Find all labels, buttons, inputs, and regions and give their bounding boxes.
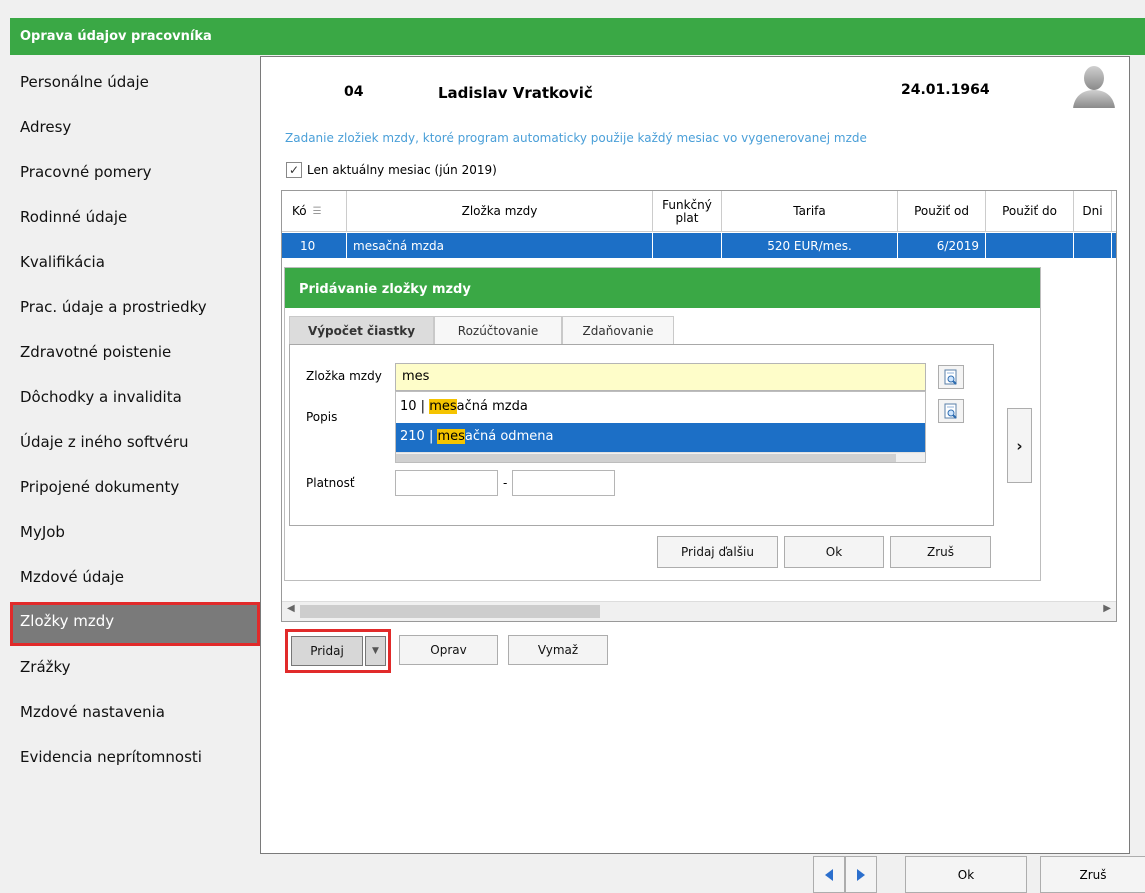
delete-button[interactable]: Vymaž	[508, 635, 608, 665]
cell-code: 10	[282, 233, 347, 258]
employee-birth-date: 24.01.1964	[901, 82, 990, 98]
dialog-ok-button[interactable]: Ok	[784, 536, 884, 568]
sidebar-item-zdravotne-poistenie[interactable]: Zdravotné poistenie	[10, 333, 260, 377]
zlozka-input[interactable]: mes	[395, 363, 926, 391]
next-record-icon[interactable]	[845, 856, 877, 893]
sidebar-item-pripojene-dokumenty[interactable]: Pripojené dokumenty	[10, 468, 260, 512]
cell-do	[986, 233, 1074, 258]
scroll-right-icon[interactable]: ▶	[1103, 603, 1111, 614]
dialog-cancel-button[interactable]: Zruš	[890, 536, 991, 568]
sidebar-item-pracovne-pomery[interactable]: Pracovné pomery	[10, 153, 260, 197]
expand-chevron-right-icon[interactable]: ›	[1007, 408, 1032, 483]
current-month-filter[interactable]: ✓ Len aktuálny mesiac (jún 2019)	[286, 162, 497, 178]
current-month-checkbox[interactable]: ✓	[286, 162, 302, 178]
popis-label: Popis	[306, 410, 338, 424]
current-month-label: Len aktuálny mesiac (jún 2019)	[307, 163, 497, 177]
arrow-right-icon	[857, 868, 865, 881]
platnost-to-input[interactable]	[512, 470, 615, 496]
tab-rozuctovanie[interactable]: Rozúčtovanie	[434, 316, 562, 345]
sidebar-item-kvalifikacia[interactable]: Kvalifikácia	[10, 243, 260, 287]
scrollbar-thumb[interactable]	[300, 605, 600, 618]
sidebar-item-mzdove-udaje[interactable]: Mzdové údaje	[10, 558, 260, 602]
sidebar-item-prac-udaje[interactable]: Prac. údaje a prostriedky	[10, 288, 260, 332]
cell-od: 6/2019	[898, 233, 986, 258]
list-scrollbar-thumb[interactable]	[396, 454, 896, 462]
sidebar-item-zlozky-mzdy[interactable]: Zložky mzdy	[10, 602, 260, 646]
search-document-icon	[944, 369, 957, 385]
sidebar-item-mzdove-nastavenia[interactable]: Mzdové nastavenia	[10, 693, 260, 737]
list-item-selected[interactable]: 210 | mesačná odmena	[396, 423, 925, 452]
employee-number: 04	[344, 84, 364, 100]
info-text: Zadanie zložiek mzdy, ktoré program auto…	[285, 131, 867, 145]
cell-func	[653, 233, 722, 258]
employee-name: Ladislav Vratkovič	[438, 84, 593, 102]
platnost-label: Platnosť	[306, 476, 355, 490]
add-button[interactable]: Pridaj	[291, 636, 363, 666]
search-document-icon	[944, 403, 957, 419]
avatar-person-icon	[1073, 66, 1115, 108]
cell-dni	[1074, 233, 1112, 258]
sidebar-item-rodinne-udaje[interactable]: Rodinné údaje	[10, 198, 260, 242]
sidebar: Personálne údaje Adresy Pracovné pomery …	[10, 55, 260, 855]
platnost-from-input[interactable]	[395, 470, 498, 496]
sidebar-item-adresy[interactable]: Adresy	[10, 108, 260, 152]
col-header-func[interactable]: Funkčný plat	[653, 191, 722, 232]
col-header-do[interactable]: Použiť do	[986, 191, 1074, 232]
zlozka-label: Zložka mzdy	[306, 369, 382, 383]
list-item[interactable]: 10 | mesačná mzda	[396, 393, 925, 422]
cancel-button[interactable]: Zruš	[1040, 856, 1145, 893]
add-next-button[interactable]: Pridaj ďalšiu	[657, 536, 778, 568]
sidebar-item-dochodky[interactable]: Dôchodky a invalidita	[10, 378, 260, 422]
avatar[interactable]	[1071, 62, 1117, 108]
col-header-code[interactable]: Kó ☰	[282, 191, 347, 232]
horizontal-scrollbar[interactable]: ◀ ▶	[282, 601, 1116, 621]
grid-header: Kó ☰ Zložka mzdy Funkčný plat Tarifa Pou…	[282, 191, 1116, 232]
col-header-name[interactable]: Zložka mzdy	[347, 191, 653, 232]
lookup-zlozka-icon[interactable]	[938, 365, 964, 389]
add-button-highlight: Pridaj ▼	[285, 629, 391, 673]
platnost-separator: -	[503, 476, 508, 490]
sidebar-item-zrazky[interactable]: Zrážky	[10, 648, 260, 692]
edit-button[interactable]: Oprav	[399, 635, 498, 665]
lookup-popis-icon[interactable]	[938, 399, 964, 423]
scroll-left-icon[interactable]: ◀	[287, 603, 295, 614]
match-highlight: mes	[437, 429, 465, 444]
col-header-od[interactable]: Použiť od	[898, 191, 986, 232]
arrow-left-icon	[825, 868, 833, 881]
ok-button[interactable]: Ok	[905, 856, 1027, 893]
cell-tarifa: 520 EUR/mes.	[722, 233, 898, 258]
sidebar-item-evidencia-nepritomnosti[interactable]: Evidencia neprítomnosti	[10, 738, 260, 782]
sidebar-item-myjob[interactable]: MyJob	[10, 513, 260, 557]
table-row[interactable]: 10 mesačná mzda 520 EUR/mes. 6/2019	[282, 233, 1116, 258]
window-title: Oprava údajov pracovníka	[10, 18, 1145, 55]
col-header-tarifa[interactable]: Tarifa	[722, 191, 898, 232]
sidebar-item-udaje-z-ineho-softveru[interactable]: Údaje z iného softvéru	[10, 423, 260, 467]
dialog-title: Pridávanie zložky mzdy	[285, 268, 1040, 308]
tab-zdanovanie[interactable]: Zdaňovanie	[562, 316, 674, 345]
match-highlight: mes	[429, 399, 457, 414]
add-dropdown-arrow-icon[interactable]: ▼	[365, 636, 386, 666]
col-header-dni[interactable]: Dni	[1074, 191, 1112, 232]
sidebar-item-personalne-udaje[interactable]: Personálne údaje	[10, 63, 260, 107]
sort-icon: ☰	[312, 206, 322, 217]
add-component-dialog: Pridávanie zložky mzdy Výpočet čiastky R…	[284, 267, 1041, 581]
cell-name: mesačná mzda	[347, 233, 653, 258]
prev-record-icon[interactable]	[813, 856, 845, 893]
tab-vypocet-ciastky[interactable]: Výpočet čiastky	[289, 316, 434, 345]
list-scrollbar[interactable]	[396, 452, 925, 462]
autocomplete-list: 10 | mesačná mzda 210 | mesačná odmena	[395, 391, 926, 463]
